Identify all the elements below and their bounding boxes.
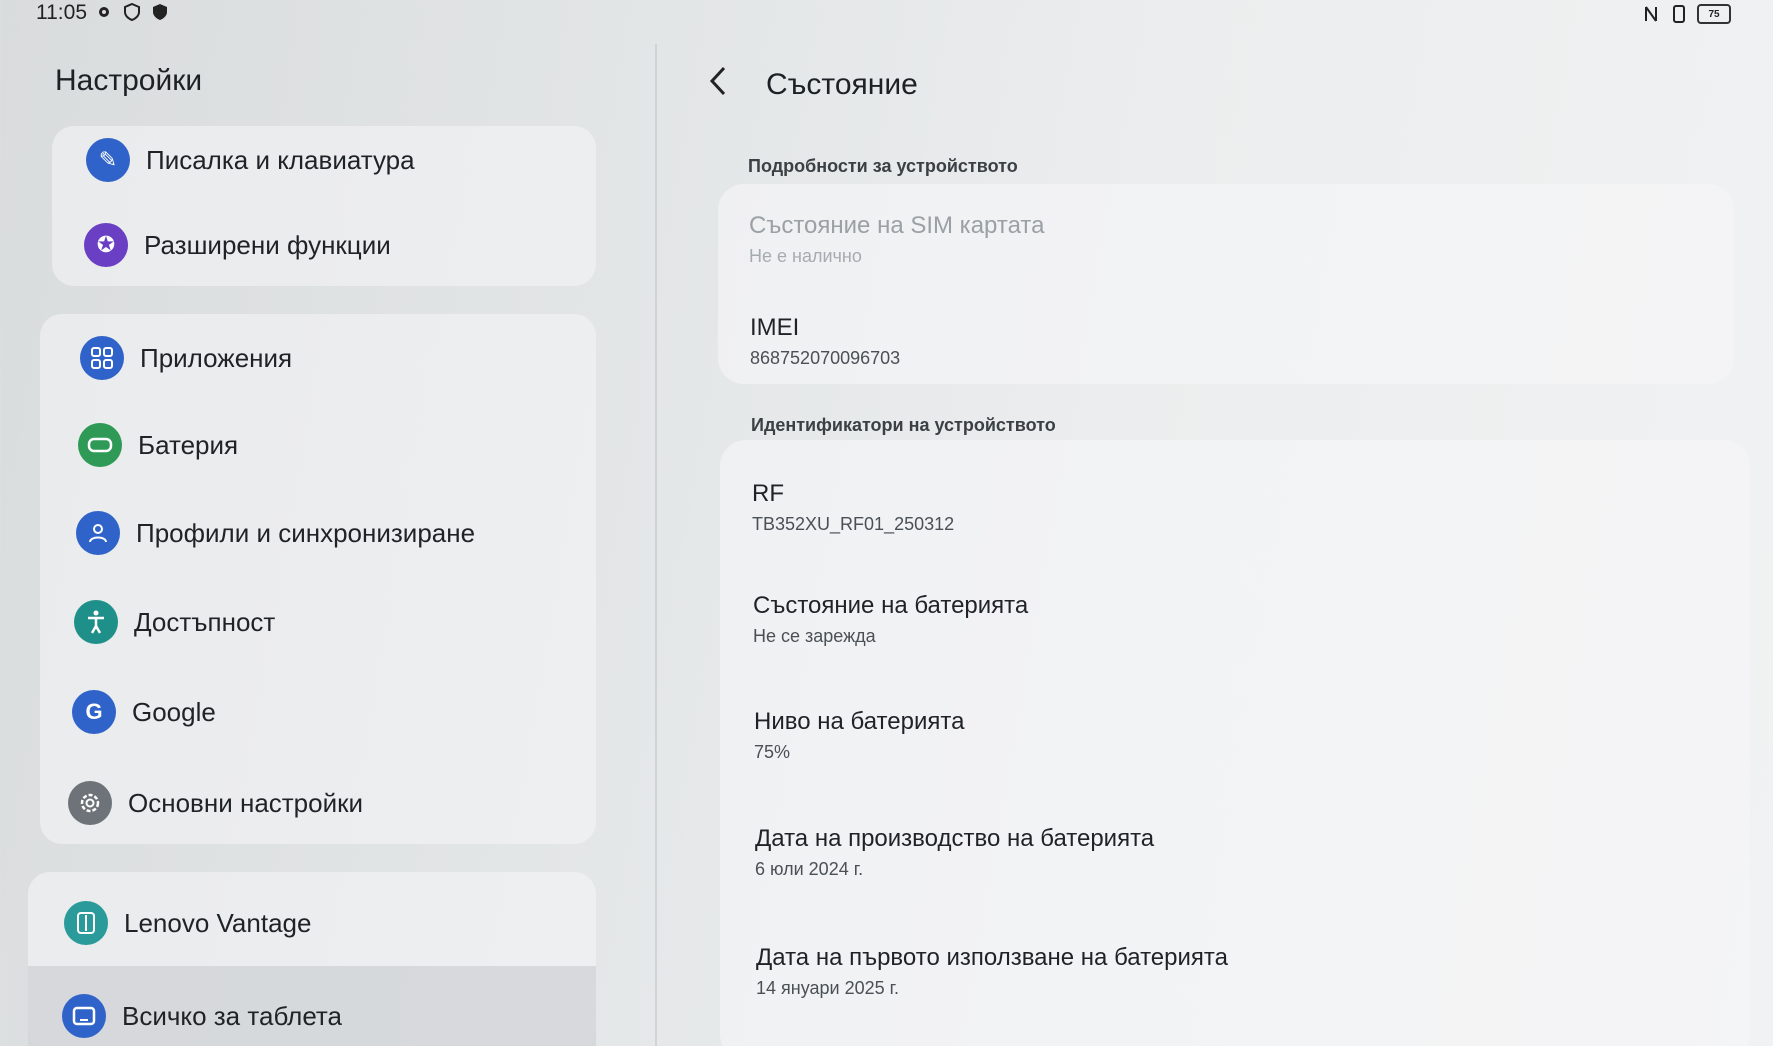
settings-group-2 (40, 314, 596, 844)
rf-value: TB352XU_RF01_250312 (752, 514, 955, 534)
battery-level-row[interactable]: Ниво на батерията 75% (754, 708, 964, 763)
imei-row[interactable]: IMEI 868752070096703 (750, 314, 900, 369)
sidebar-item-label: Приложения (140, 342, 293, 373)
imei-title: IMEI (750, 314, 800, 341)
sidebar-item-label: Достъпност (134, 606, 276, 637)
sidebar-item-label: Профили и синхронизиране (136, 517, 476, 548)
battery-first-use-date-value: 14 януари 2025 г. (756, 978, 899, 998)
gear-icon (68, 781, 112, 825)
tablet-icon (62, 994, 106, 1038)
shield-icon (122, 2, 142, 22)
battery-manufacture-date-title: Дата на производство на батерията (755, 825, 1155, 852)
pen-icon: ✎ (86, 138, 130, 182)
sidebar-item-label: Писалка и клавиатура (146, 144, 415, 175)
section-device-identifiers: Идентификатори на устройството (751, 415, 1056, 435)
sidebar-item-apps[interactable]: Приложения (80, 328, 620, 388)
sidebar-item-about-tablet[interactable]: Всичко за таблета (62, 986, 602, 1046)
sidebar-item-label: Lenovo Vantage (124, 907, 312, 938)
back-arrow-icon[interactable] (708, 64, 730, 107)
sidebar-item-label: Батерия (138, 429, 239, 460)
sidebar-item-label: Всичко за таблета (122, 1000, 343, 1031)
sidebar-item-lenovo-vantage[interactable]: Lenovo Vantage (64, 893, 604, 953)
section-device-details: Подробности за устройството (748, 156, 1018, 176)
person-icon (76, 511, 120, 555)
status-clock: 11:05 (36, 1, 87, 24)
security-icon (150, 2, 170, 22)
battery-manufacture-date-row[interactable]: Дата на производство на батерията 6 юли … (755, 825, 1154, 880)
sidebar-item-general-settings[interactable]: Основни настройки (68, 773, 608, 833)
page-title: Състояние (766, 68, 918, 101)
rf-title: RF (752, 480, 784, 507)
nfc-icon (1641, 4, 1661, 24)
sidebar-item-accessibility[interactable]: Достъпност (74, 592, 614, 652)
sidebar-item-label: Основни настройки (128, 787, 364, 818)
sidebar-item-battery[interactable]: Батерия (78, 415, 618, 475)
battery-status-value: Не се зарежда (753, 626, 876, 646)
sidebar-item-google[interactable]: G Google (72, 682, 612, 742)
sidebar-item-advanced-features[interactable]: ✪ Разширени функции (84, 215, 624, 275)
status-bar: 11:05 75 (0, 0, 1773, 30)
battery-icon: 75 (1697, 4, 1731, 24)
apps-grid-icon (80, 336, 124, 380)
sidebar-item-label: Google (132, 696, 216, 727)
battery-icon (78, 423, 122, 467)
imei-value: 868752070096703 (750, 348, 901, 368)
accessibility-icon (74, 600, 118, 644)
sidebar-item-profiles-sync[interactable]: Профили и синхронизиране (76, 503, 616, 563)
battery-manufacture-date-value: 6 юли 2024 г. (755, 859, 864, 879)
gear-icon (94, 2, 114, 22)
battery-first-use-date-row[interactable]: Дата на първото използване на батерията … (756, 944, 1228, 999)
rf-row[interactable]: RF TB352XU_RF01_250312 (752, 480, 954, 535)
vibrate-icon (1669, 4, 1689, 24)
sim-status-row: Състояние на SIM картата Не е налично (749, 212, 1045, 267)
sim-status-title: Състояние на SIM картата (749, 212, 1045, 239)
advanced-features-icon: ✪ (84, 223, 128, 267)
sidebar-item-label: Разширени функции (144, 229, 391, 260)
google-icon: G (72, 690, 116, 734)
sidebar-item-pen-keyboard[interactable]: ✎ Писалка и клавиатура (86, 130, 626, 190)
battery-status-row[interactable]: Състояние на батерията Не се зарежда (753, 592, 1028, 647)
pane-divider (655, 44, 657, 1046)
battery-level-value: 75% (754, 742, 791, 762)
settings-title: Настройки (55, 64, 203, 97)
sim-status-value: Не е налично (749, 246, 862, 266)
battery-level-title: Ниво на батерията (754, 708, 965, 735)
lenovo-vantage-icon (64, 901, 108, 945)
battery-status-title: Състояние на батерията (753, 592, 1029, 619)
battery-first-use-date-title: Дата на първото използване на батерията (756, 944, 1228, 971)
